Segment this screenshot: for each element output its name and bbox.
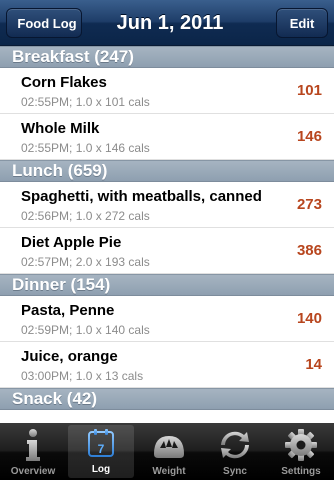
food-calories: 101: [296, 82, 322, 99]
navigation-bar: Food Log Jun 1, 2011 Edit: [0, 0, 334, 46]
food-name: Whole Milk: [21, 120, 100, 137]
food-detail: 02:57PM; 2.0 x 193 cals: [21, 255, 150, 269]
section-header-snack: Snack (42): [0, 388, 334, 410]
calendar-icon: 7: [88, 429, 114, 457]
food-calories: 273: [296, 196, 322, 213]
tab-label: Log: [91, 464, 111, 475]
list-item[interactable]: Diet Apple Pie 02:57PM; 2.0 x 193 cals 3…: [0, 228, 334, 274]
page-title: Jun 1, 2011: [116, 11, 224, 34]
food-detail: 02:55PM; 1.0 x 146 cals: [21, 141, 150, 155]
tab-bar: Overview 7 Log Weight Sync Settings: [0, 423, 334, 480]
food-name: Corn Flakes: [21, 74, 107, 91]
food-name: Juice, orange: [21, 348, 118, 365]
food-detail: 02:56PM; 1.0 x 272 cals: [21, 209, 150, 223]
food-calories: 140: [296, 310, 322, 327]
list-item[interactable]: Pasta, Penne 02:59PM; 1.0 x 140 cals 140: [0, 296, 334, 342]
list-item[interactable]: Corn Flakes 02:55PM; 1.0 x 101 cals 101: [0, 68, 334, 114]
section-header-breakfast: Breakfast (247): [0, 46, 334, 68]
tab-weight[interactable]: Weight: [136, 423, 202, 480]
tab-log[interactable]: 7 Log: [68, 425, 134, 478]
tab-settings[interactable]: Settings: [268, 423, 334, 480]
tab-label: Settings: [281, 466, 321, 477]
food-name: Diet Apple Pie: [21, 234, 122, 251]
food-name: Spaghetti, with meatballs, canned: [21, 188, 262, 205]
food-calories: 146: [296, 128, 322, 145]
food-detail: 02:59PM; 1.0 x 140 cals: [21, 323, 150, 337]
food-name: Pasta, Penne: [21, 302, 115, 319]
tab-sync[interactable]: Sync: [202, 423, 268, 480]
tab-label: Sync: [223, 466, 247, 477]
section-header-lunch: Lunch (659): [0, 160, 334, 182]
tab-label: Overview: [10, 466, 56, 477]
gear-icon: [285, 429, 317, 461]
tab-overview[interactable]: Overview: [0, 423, 66, 480]
food-log-list[interactable]: Breakfast (247) Corn Flakes 02:55PM; 1.0…: [0, 46, 334, 410]
sync-icon: [221, 431, 249, 459]
section-header-dinner: Dinner (154): [0, 274, 334, 296]
tab-label: Weight: [152, 466, 186, 477]
edit-button[interactable]: Edit: [276, 8, 328, 38]
food-calories: 14: [305, 356, 322, 373]
info-icon: [26, 429, 40, 461]
list-item[interactable]: Juice, orange 03:00PM; 1.0 x 13 cals 14: [0, 342, 334, 388]
list-item[interactable]: Whole Milk 02:55PM; 1.0 x 146 cals 146: [0, 114, 334, 160]
food-detail: 02:55PM; 1.0 x 101 cals: [21, 95, 150, 109]
back-button-label: Food Log: [17, 15, 77, 31]
food-log-back-button[interactable]: Food Log: [6, 8, 82, 38]
food-calories: 386: [296, 242, 322, 259]
calendar-day: 7: [98, 442, 105, 456]
list-item[interactable]: Spaghetti, with meatballs, canned 02:56P…: [0, 182, 334, 228]
scale-icon: [154, 436, 184, 458]
food-detail: 03:00PM; 1.0 x 13 cals: [21, 369, 144, 383]
